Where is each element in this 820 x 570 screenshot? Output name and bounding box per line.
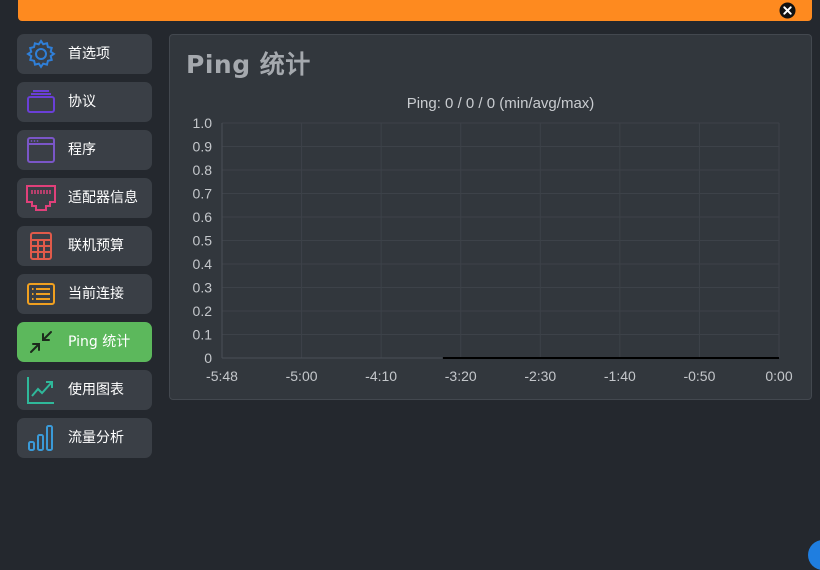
x-tick-label: -4:10 bbox=[365, 368, 397, 384]
sidebar-item-preferences[interactable]: 首选项 bbox=[17, 34, 152, 74]
y-tick-label: 0.8 bbox=[193, 162, 213, 178]
y-tick-label: 0.9 bbox=[193, 139, 213, 155]
top-bar bbox=[18, 0, 812, 21]
sidebar-item-label: 流量分析 bbox=[68, 430, 124, 446]
y-tick-label: 0.7 bbox=[193, 186, 213, 202]
bar-chart-icon bbox=[25, 422, 57, 454]
protocol-stack-icon bbox=[25, 86, 57, 118]
program-window-icon bbox=[25, 134, 57, 166]
sidebar-item-ping-stats[interactable]: Ping 统计 bbox=[17, 322, 152, 362]
list-icon bbox=[25, 278, 57, 310]
y-tick-label: 0.3 bbox=[193, 280, 213, 296]
y-tick-label: 0.5 bbox=[193, 233, 213, 249]
ethernet-port-icon bbox=[25, 182, 57, 214]
y-tick-label: 0.2 bbox=[193, 303, 213, 319]
sidebar-item-current-connections[interactable]: 当前连接 bbox=[17, 274, 152, 314]
sidebar-item-traffic-analysis[interactable]: 流量分析 bbox=[17, 418, 152, 458]
x-tick-label: 0:00 bbox=[765, 368, 792, 384]
calculator-icon bbox=[25, 230, 57, 262]
y-tick-label: 0.6 bbox=[193, 209, 213, 225]
sidebar-item-label: Ping 统计 bbox=[68, 334, 131, 350]
sidebar-item-online-budget[interactable]: 联机预算 bbox=[17, 226, 152, 266]
sidebar: 首选项 协议 程序 适配器信息 联机预算 当前连接 Ping 统计 使用图表 流… bbox=[17, 34, 153, 466]
sidebar-item-label: 协议 bbox=[68, 94, 96, 110]
sidebar-item-label: 使用图表 bbox=[68, 382, 124, 398]
trend-chart-icon bbox=[25, 374, 57, 406]
x-tick-label: -5:00 bbox=[286, 368, 318, 384]
x-tick-label: -5:48 bbox=[206, 368, 238, 384]
sidebar-item-label: 当前连接 bbox=[68, 286, 124, 302]
sidebar-item-programs[interactable]: 程序 bbox=[17, 130, 152, 170]
y-tick-label: 0 bbox=[204, 350, 212, 366]
ping-chart: Ping: 0 / 0 / 0 (min/avg/max) 1.0 0.9 0.8 0.… bbox=[193, 95, 793, 384]
x-tick-label: -0:50 bbox=[683, 368, 715, 384]
ping-stats-panel: Ping 统计 Ping: 0 / 0 / 0 (min/avg/max) 1.0… bbox=[169, 34, 812, 400]
compress-arrows-icon bbox=[25, 326, 57, 358]
sidebar-item-adapter-info[interactable]: 适配器信息 bbox=[17, 178, 152, 218]
y-tick-label: 0.1 bbox=[193, 327, 213, 343]
x-tick-label: -1:40 bbox=[604, 368, 636, 384]
sidebar-item-label: 适配器信息 bbox=[68, 190, 138, 206]
x-tick-label: -2:30 bbox=[524, 368, 556, 384]
sidebar-item-label: 首选项 bbox=[68, 46, 110, 62]
sidebar-item-label: 联机预算 bbox=[68, 238, 124, 254]
sidebar-item-usage-chart[interactable]: 使用图表 bbox=[17, 370, 152, 410]
chart-title: Ping: 0 / 0 / 0 (min/avg/max) bbox=[407, 95, 595, 112]
gear-icon bbox=[25, 38, 57, 70]
y-tick-label: 0.4 bbox=[193, 256, 213, 272]
sidebar-item-protocol[interactable]: 协议 bbox=[17, 82, 152, 122]
close-icon[interactable] bbox=[779, 2, 796, 19]
y-tick-label: 1.0 bbox=[193, 115, 213, 131]
sidebar-item-label: 程序 bbox=[68, 142, 96, 158]
x-tick-label: -3:20 bbox=[445, 368, 477, 384]
